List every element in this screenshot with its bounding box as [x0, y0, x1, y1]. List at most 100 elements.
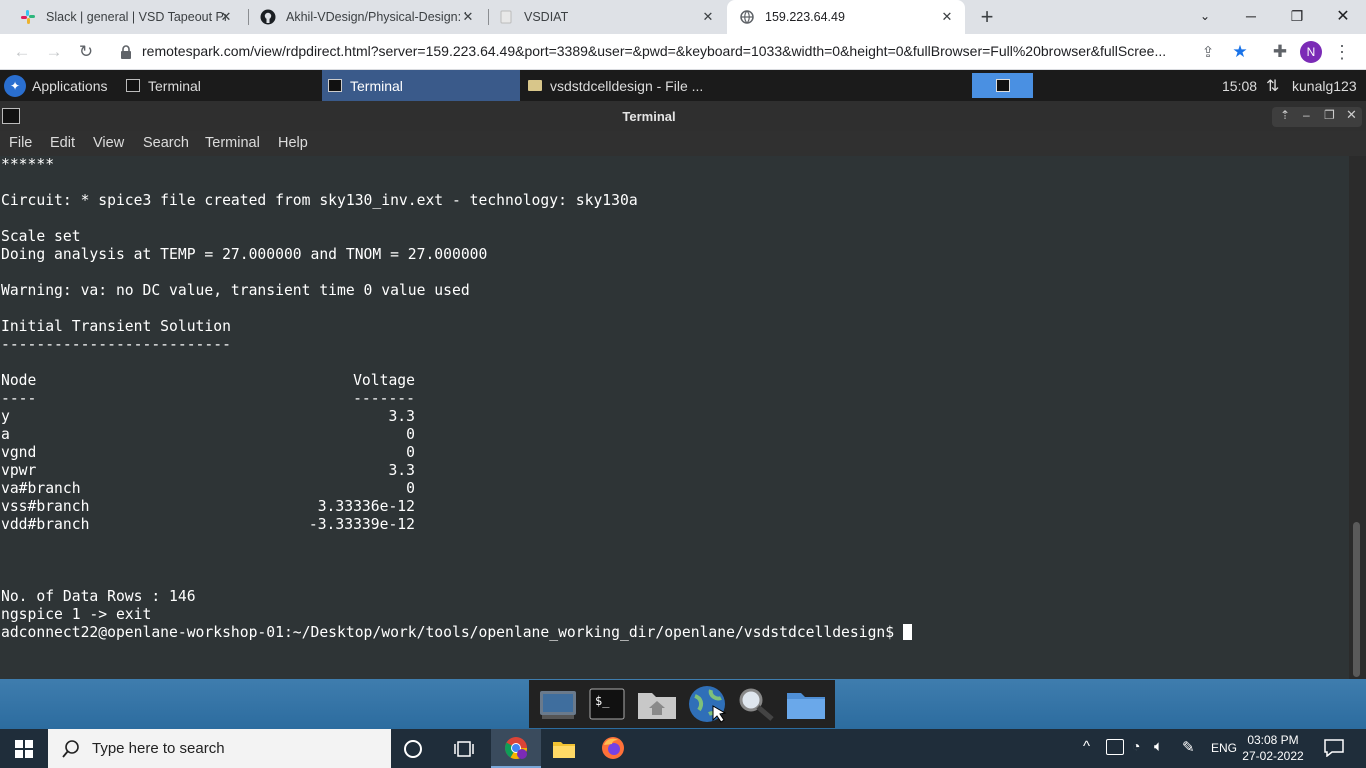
task-view-icon[interactable]: [454, 740, 474, 763]
language-indicator[interactable]: ENG: [1211, 741, 1237, 755]
chrome-menu-icon[interactable]: ⋮: [1330, 40, 1354, 64]
slack-icon: [20, 9, 36, 25]
taskbar-time: 03:08 PM: [1247, 733, 1299, 747]
task-label: Terminal: [148, 77, 201, 94]
browser-tab-github[interactable]: Akhil-VDesign/Physical-Design: V ✕: [250, 0, 486, 34]
restore-icon[interactable]: ❐: [1274, 0, 1320, 32]
home-folder-icon[interactable]: [635, 684, 679, 724]
show-desktop-icon[interactable]: [536, 684, 580, 724]
output-line: Scale set: [1, 228, 81, 245]
output-line: Doing analysis at TEMP = 27.000000 and T…: [1, 246, 488, 263]
page-icon: [498, 9, 514, 25]
windows-taskbar: Type here to search ^ ◔ 🔈︎ ✎ ENG 03:08 P…: [0, 729, 1366, 768]
scrollbar-thumb[interactable]: [1353, 522, 1360, 677]
close-tab-icon[interactable]: ✕: [700, 9, 716, 25]
close-tab-icon[interactable]: ✕: [939, 9, 955, 25]
node-voltage: 3.3: [388, 408, 415, 425]
new-tab-icon[interactable]: +: [975, 4, 999, 29]
menu-help[interactable]: Help: [278, 135, 308, 151]
firefox-icon[interactable]: [601, 736, 625, 765]
tab-title: 159.223.64.49: [765, 10, 845, 24]
output-line: Warning: va: no DC value, transient time…: [1, 282, 470, 299]
browser-tab-strip: Slack | general | VSD Tapeout Pro ✕ Akhi…: [0, 0, 1366, 34]
node-voltage: 3.3: [388, 462, 415, 479]
cortana-icon[interactable]: [404, 740, 422, 758]
close-window-icon[interactable]: ✕: [1346, 107, 1357, 123]
menu-view[interactable]: View: [93, 135, 124, 151]
taskbar-date: 27-02-2022: [1242, 749, 1304, 763]
menu-edit[interactable]: Edit: [50, 135, 75, 151]
taskbar-item-terminal[interactable]: Terminal: [120, 70, 320, 101]
applications-label: Applications: [32, 77, 108, 94]
node-voltage: 0: [406, 480, 415, 497]
menu-search[interactable]: Search: [143, 135, 189, 151]
taskbar-item-file-manager[interactable]: vsdstdcelldesign - File ...: [522, 70, 722, 101]
back-icon[interactable]: ←: [10, 40, 34, 64]
extensions-icon[interactable]: ✚: [1268, 40, 1292, 64]
shell-prompt-line[interactable]: adconnect22@openlane-workshop-01:~/Deskt…: [1, 624, 912, 642]
folder-icon: [528, 80, 542, 91]
terminal-output[interactable]: ****** Circuit: * spice3 file created fr…: [0, 156, 1349, 679]
lock-icon[interactable]: [114, 40, 138, 64]
minimize-window-icon[interactable]: –: [1303, 108, 1310, 122]
maximize-window-icon[interactable]: ❐: [1324, 108, 1335, 122]
remote-dock: $_: [529, 680, 835, 728]
taskbar-clock[interactable]: 03:08 PM 27-02-2022: [1240, 732, 1306, 764]
globe-icon: [739, 9, 755, 25]
tab-search-icon[interactable]: ⌄: [1182, 0, 1228, 32]
address-bar[interactable]: remotespark.com/view/rdpdirect.html?serv…: [142, 43, 1186, 59]
search-icon: [62, 739, 80, 758]
pen-icon[interactable]: ✎: [1182, 738, 1195, 756]
device-icon[interactable]: [1106, 739, 1124, 755]
panel-user[interactable]: kunalg123: [1292, 70, 1357, 101]
file-explorer-icon[interactable]: [552, 739, 576, 764]
reload-icon[interactable]: ↻: [74, 40, 98, 64]
network-arrows-icon[interactable]: ⇅: [1266, 70, 1279, 101]
node-voltage: 0: [406, 426, 415, 443]
forward-icon[interactable]: →: [42, 40, 66, 64]
terminal-titlebar[interactable]: Terminal ⇡ – ❐ ✕: [0, 101, 1366, 131]
desktop-top-panel: ✦ Applications Terminal Terminal vsdstdc…: [0, 70, 1366, 101]
browser-tab-active[interactable]: 159.223.64.49 ✕: [727, 0, 965, 34]
share-icon[interactable]: ⇪: [1196, 40, 1220, 64]
browser-tab-slack[interactable]: Slack | general | VSD Tapeout Pro ✕: [8, 0, 244, 34]
shade-window-icon[interactable]: ⇡: [1280, 108, 1290, 122]
browser-tab-vsdiat[interactable]: VSDIAT ✕: [490, 0, 726, 34]
close-tab-icon[interactable]: ✕: [218, 9, 234, 25]
terminal-launcher-icon[interactable]: $_: [585, 684, 629, 724]
search-placeholder: Type here to search: [92, 740, 225, 757]
menu-terminal[interactable]: Terminal: [205, 135, 260, 151]
close-tab-icon[interactable]: ✕: [460, 9, 476, 25]
terminal-cursor: [902, 624, 912, 640]
close-window-icon[interactable]: ✕: [1320, 0, 1366, 32]
terminal-icon: [328, 79, 342, 92]
menu-file[interactable]: File: [9, 135, 32, 151]
files-folder-icon[interactable]: [784, 684, 828, 724]
output-line: ******: [1, 156, 55, 173]
node-voltage: 0: [406, 444, 415, 461]
task-label: Terminal: [350, 77, 403, 94]
xfce-logo-icon: ✦: [4, 74, 26, 97]
notifications-icon[interactable]: [1324, 739, 1344, 762]
applications-menu[interactable]: ✦ Applications: [4, 70, 108, 101]
volume-icon[interactable]: 🔈︎: [1154, 738, 1163, 755]
show-hidden-icons[interactable]: ^: [1083, 738, 1090, 755]
minimize-icon[interactable]: ─: [1228, 0, 1274, 32]
windows-start-icon[interactable]: [15, 740, 33, 763]
taskbar-search-box[interactable]: Type here to search: [48, 729, 391, 768]
panel-clock[interactable]: 15:08: [1222, 70, 1257, 101]
workspace-switcher[interactable]: [972, 73, 1033, 98]
profile-avatar[interactable]: N: [1300, 41, 1322, 63]
tab-title: Akhil-VDesign/Physical-Design: V: [286, 10, 466, 24]
wifi-icon[interactable]: ◔: [1132, 738, 1140, 754]
terminal-icon: [126, 79, 140, 92]
terminal-icon: [995, 79, 1010, 92]
shell-prompt: adconnect22@openlane-workshop-01:~/Deskt…: [1, 624, 903, 641]
web-browser-icon[interactable]: [685, 684, 729, 724]
search-magnifier-icon[interactable]: [734, 684, 778, 724]
github-icon: [260, 9, 276, 25]
task-label: vsdstdcelldesign - File ...: [550, 77, 704, 94]
bookmark-star-icon[interactable]: ★: [1228, 40, 1252, 64]
chrome-taskbar-icon[interactable]: [491, 729, 541, 768]
taskbar-item-terminal-active[interactable]: Terminal: [322, 70, 520, 101]
